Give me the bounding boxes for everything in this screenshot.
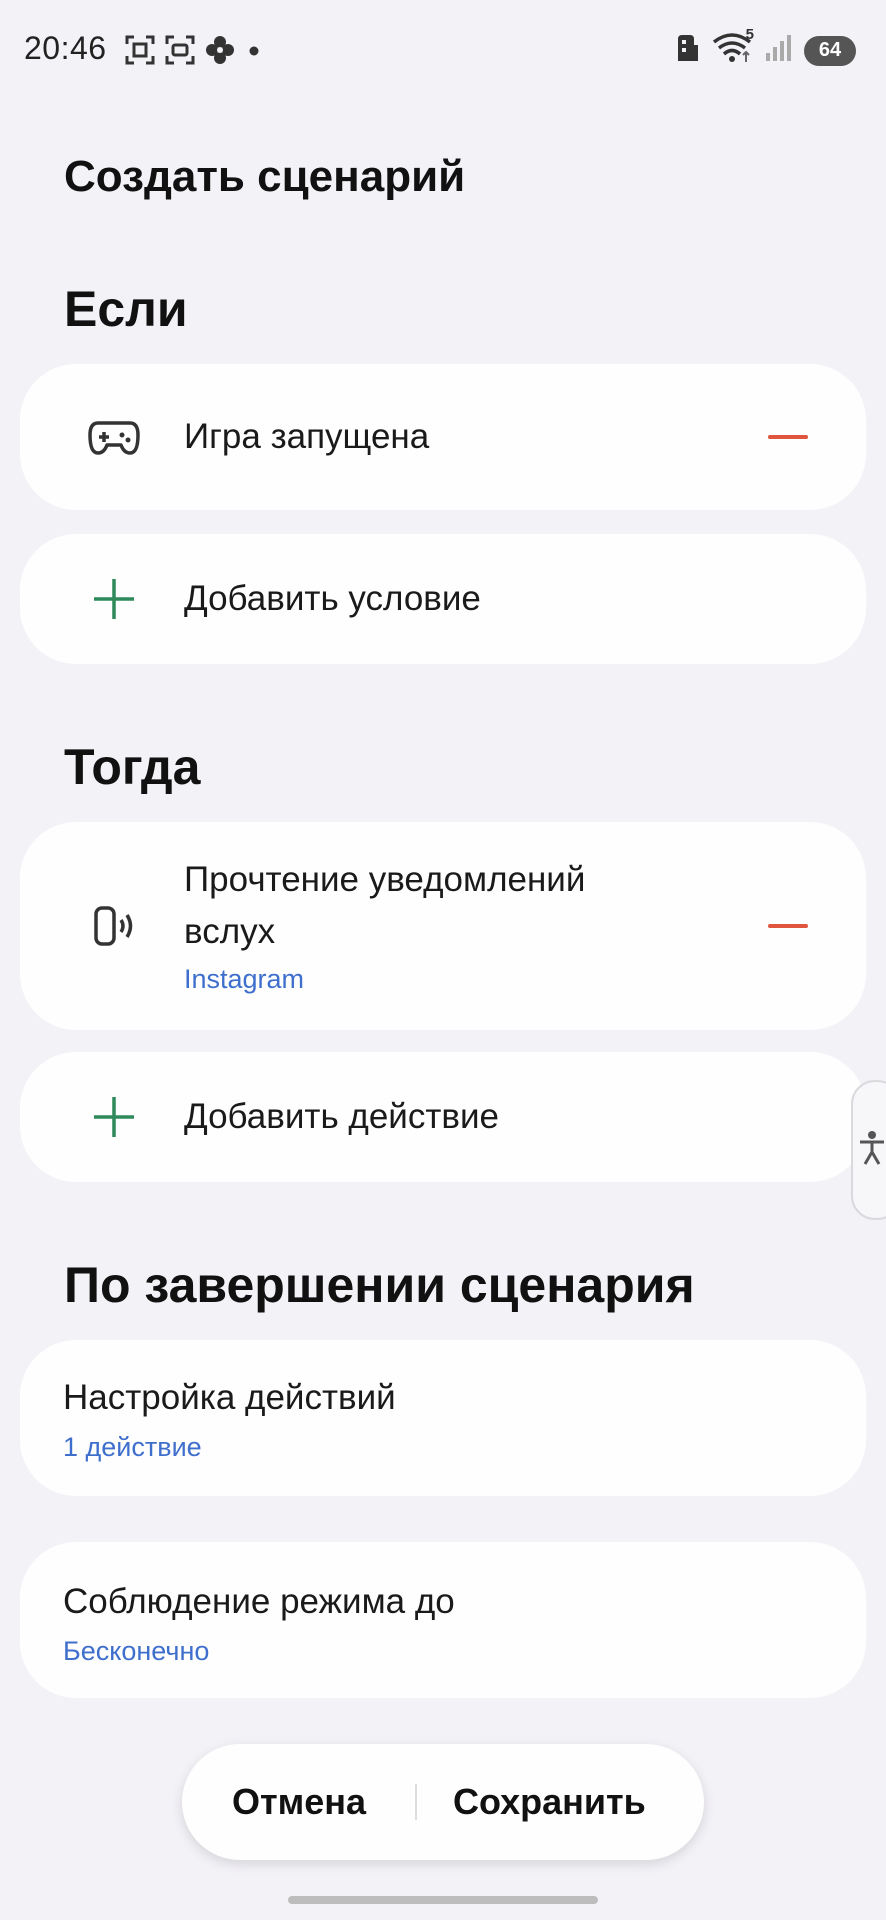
end-section-title: По завершении сценария <box>64 1257 695 1313</box>
home-indicator[interactable] <box>288 1896 598 1904</box>
building-icon <box>674 33 702 68</box>
duration-sub: Бесконечно <box>63 1636 210 1666</box>
accessibility-button[interactable] <box>851 1080 886 1220</box>
flower-icon <box>204 34 236 71</box>
add-condition-label: Добавить условие <box>184 579 481 618</box>
screen-record-icon <box>164 34 196 71</box>
status-time: 20:46 <box>24 30 107 66</box>
remove-condition-button[interactable] <box>766 415 810 459</box>
duration-label: Соблюдение режима до <box>63 1582 455 1621</box>
add-action-label: Добавить действие <box>184 1097 499 1136</box>
add-condition-button[interactable]: Добавить условие <box>20 534 866 664</box>
page-title: Создать сценарий <box>64 152 466 201</box>
action-sub: Instagram <box>184 964 305 994</box>
battery-icon: 64 <box>804 35 856 66</box>
minus-icon <box>768 924 808 928</box>
if-section-title: Если <box>64 281 188 337</box>
action-label-line1: Прочтение уведомлений <box>184 860 586 899</box>
remove-action-button[interactable] <box>766 904 810 948</box>
phone-speaker-icon <box>86 898 142 954</box>
cellular-signal-icon <box>764 33 794 68</box>
add-action-button[interactable]: Добавить действие <box>20 1052 866 1182</box>
status-left-icons <box>124 34 264 71</box>
duration-item[interactable]: Соблюдение режима до Бесконечно <box>20 1542 866 1698</box>
bottom-divider <box>415 1784 417 1820</box>
minus-icon <box>768 435 808 439</box>
then-section-title: Тогда <box>64 739 201 795</box>
plus-icon <box>86 1089 142 1145</box>
action-settings-item[interactable]: Настройка действий 1 действие <box>20 1340 866 1496</box>
plus-icon <box>86 571 142 627</box>
bottom-action-bar: Отмена Сохранить <box>182 1744 704 1860</box>
cancel-button[interactable]: Отмена <box>232 1744 366 1860</box>
action-settings-label: Настройка действий <box>63 1378 396 1417</box>
screenshot-icon <box>124 34 156 71</box>
accessibility-icon <box>857 1130 886 1171</box>
wifi-icon: 5 <box>712 26 754 69</box>
gamepad-icon <box>86 409 142 465</box>
wifi-standard-label: 5 <box>745 26 754 43</box>
condition-label: Игра запущена <box>184 417 430 456</box>
condition-card[interactable]: Игра запущена <box>20 364 866 510</box>
action-settings-sub: 1 действие <box>63 1432 202 1462</box>
action-label-line2: вслух <box>184 912 276 951</box>
status-right-icons: 5 64 <box>674 26 856 69</box>
action-card[interactable]: Прочтение уведомлений вслух Instagram <box>20 822 866 1030</box>
status-bar: 20:46 5 64 <box>0 0 886 100</box>
save-button[interactable]: Сохранить <box>453 1744 646 1860</box>
dot-icon <box>244 34 264 71</box>
